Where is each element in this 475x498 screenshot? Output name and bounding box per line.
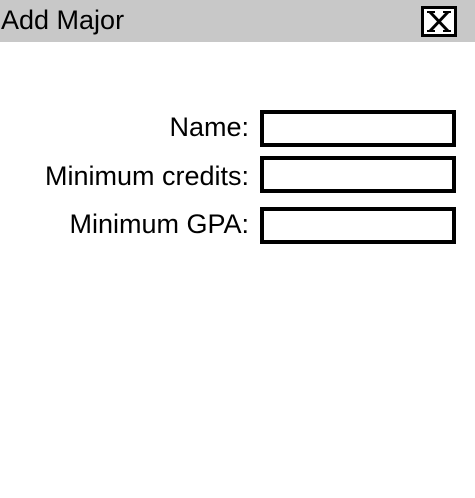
min-credits-label: Minimum credits: xyxy=(44,161,249,191)
name-input[interactable] xyxy=(260,110,456,147)
close-x-icon xyxy=(427,10,451,33)
title-bar: Add Major xyxy=(0,0,475,42)
close-button[interactable] xyxy=(421,6,457,37)
min-gpa-input[interactable] xyxy=(260,207,456,244)
dialog-title: Add Major xyxy=(1,5,125,35)
name-label: Name: xyxy=(169,112,249,142)
min-credits-input[interactable] xyxy=(260,156,456,193)
add-major-dialog: Add Major Name: Minimum credits: Minimum… xyxy=(0,0,475,498)
min-gpa-label: Minimum GPA: xyxy=(69,209,249,239)
